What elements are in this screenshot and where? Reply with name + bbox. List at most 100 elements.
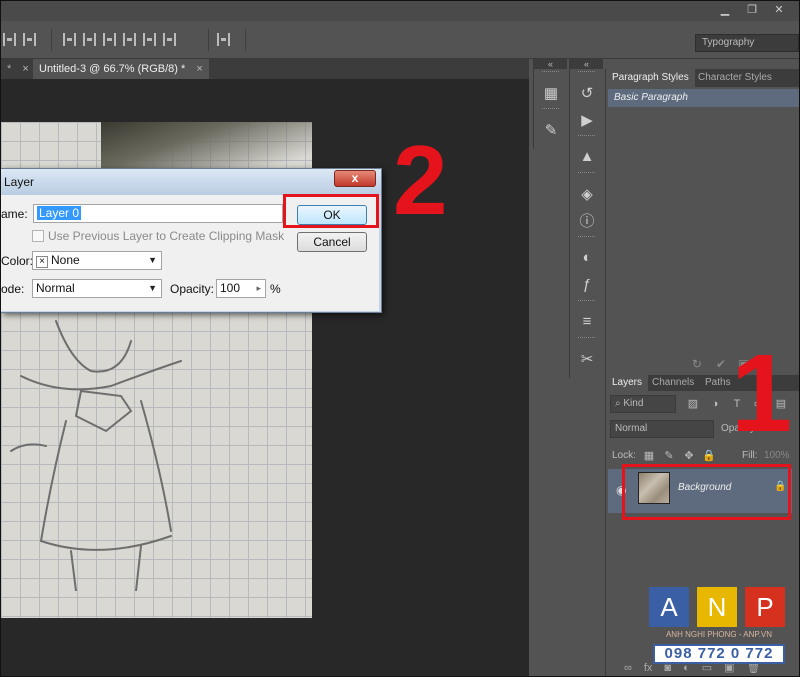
actions-icon[interactable]: ▶ (570, 106, 604, 133)
tab-channels[interactable]: Channels (646, 375, 700, 391)
link-icon[interactable]: ∞ (624, 659, 632, 676)
grip (578, 135, 595, 141)
distribute-group-b (63, 33, 176, 47)
opacity-value: 100 (220, 281, 241, 295)
align-bottom-icon[interactable] (103, 33, 116, 46)
adjustments-icon[interactable]: ≡ (570, 308, 604, 335)
distribute-center-icon[interactable] (23, 33, 36, 46)
tab-paragraph-styles[interactable]: Paragraph Styles (606, 69, 695, 87)
lock-move-icon[interactable]: ✥ (682, 450, 696, 462)
dialog-title-bar[interactable]: Layer x (1, 169, 381, 195)
navigator-icon[interactable]: ▦ (534, 79, 568, 106)
collapse-icon[interactable]: « (534, 59, 567, 69)
panel-dock-right: « ↺ ▶ ▲ ◈ ⓘ ◐ ƒ ≡ ✂ (569, 59, 603, 378)
close-icon[interactable]: × (22, 63, 28, 75)
distribute-group-a (3, 33, 36, 47)
chevron-right-icon[interactable]: ▸ (256, 280, 261, 297)
logo-letter-a: A (649, 587, 689, 627)
tab-title: Untitled-3 @ 66.7% (RGB/8) * (39, 63, 186, 75)
opacity-unit: % (270, 282, 281, 296)
align-right-icon[interactable] (163, 33, 176, 46)
opacity-input[interactable]: 100 ▸ (216, 279, 266, 298)
ok-highlight-box (283, 194, 379, 228)
step-1-label: 1 (731, 332, 793, 455)
close-icon[interactable]: ✕ (771, 4, 787, 17)
cancel-button[interactable]: Cancel (297, 232, 367, 252)
tab-previous-label: * (7, 63, 12, 75)
clipping-mask-label: Use Previous Layer to Create Clipping Ma… (48, 229, 285, 243)
workspace-label: Typography (702, 37, 755, 48)
paragraph-style-item[interactable]: Basic Paragraph (608, 89, 799, 107)
grip (578, 236, 595, 242)
auto-align-icon[interactable] (217, 33, 230, 46)
align-left-icon[interactable] (123, 33, 136, 46)
tab-layers[interactable]: Layers (606, 375, 649, 391)
logo-phone: 098 772 0 772 (653, 644, 785, 664)
adjustment-filter-icon[interactable]: ◑ (708, 398, 722, 410)
grip (578, 337, 595, 343)
grip (578, 172, 595, 178)
workspace-switcher[interactable]: Typography (695, 34, 799, 52)
dialog-close-button[interactable]: x (334, 170, 376, 187)
divider (245, 29, 246, 51)
panel-dock-left: « ▦ ✎ (533, 59, 567, 149)
document-tab-bar: * × Untitled-3 @ 66.7% (RGB/8) * × (1, 59, 529, 79)
refresh-icon[interactable]: ↻ (692, 357, 702, 371)
paragraph-styles-panel: Paragraph Styles Character Styles Basic … (605, 69, 799, 375)
pencil-sketch (10, 320, 182, 591)
collapse-icon[interactable]: « (570, 59, 603, 69)
mode-value: Normal (36, 281, 75, 295)
grip (578, 71, 595, 77)
tab-previous-document[interactable]: * × (1, 59, 35, 79)
grip (578, 300, 595, 306)
3d-icon[interactable]: ◈ (570, 180, 604, 207)
tab-untitled-3[interactable]: Untitled-3 @ 66.7% (RGB/8) * × (33, 59, 209, 79)
close-icon[interactable]: × (196, 63, 202, 75)
anp-logo: A N P ANH NGHI PHONG - ANP.VN 098 772 0 … (649, 587, 789, 668)
kind-filter-select[interactable]: ⌕ Kind (610, 395, 676, 413)
chevron-down-icon: ▼ (148, 255, 157, 265)
mode-label: ode: (1, 282, 25, 296)
options-bar (1, 21, 799, 59)
layer-highlight-box (622, 464, 791, 520)
lock-pixels-icon[interactable]: ▦ (642, 450, 656, 462)
logo-tagline: ANH NGHI PHONG - ANP.VN (665, 630, 773, 639)
grip (542, 71, 559, 77)
align-top-icon[interactable] (63, 33, 76, 46)
blend-mode-select[interactable]: Normal (610, 420, 714, 438)
lock-paint-icon[interactable]: ✎ (662, 450, 676, 462)
paragraph-panel-tabs: Paragraph Styles Character Styles (606, 69, 799, 87)
tab-character-styles[interactable]: Character Styles (692, 69, 778, 87)
layer-name-value: Layer 0 (37, 206, 82, 220)
info-icon[interactable]: ⓘ (570, 207, 604, 234)
grip (542, 108, 559, 114)
align-middle-icon[interactable] (83, 33, 96, 46)
title-bar: ▁ ❐ ✕ (1, 1, 799, 21)
color-select[interactable]: × None ▼ (32, 251, 162, 270)
lock-label: Lock: (612, 450, 636, 461)
divider (51, 29, 52, 51)
history-icon[interactable]: ↺ (570, 79, 604, 106)
clipping-mask-checkbox[interactable] (32, 230, 44, 242)
blend-mode-value: Normal (615, 423, 648, 434)
tools-icon[interactable]: ✂ (570, 345, 604, 372)
dialog-title: Layer (4, 175, 35, 189)
restore-icon[interactable]: ❐ (744, 4, 760, 17)
brush-presets-icon[interactable]: ✎ (534, 116, 568, 143)
mode-select[interactable]: Normal ▼ (32, 279, 162, 298)
pixel-filter-icon[interactable]: ▨ (686, 398, 700, 410)
auto-align-group (217, 33, 230, 47)
kind-label: Kind (623, 398, 644, 409)
align-hcenter-icon[interactable] (143, 33, 156, 46)
histogram-icon[interactable]: ▲ (570, 143, 604, 170)
layer-name-input[interactable]: Layer 0 (33, 204, 283, 223)
step-2-label: 2 (393, 125, 448, 235)
check-icon[interactable]: ✔ (716, 357, 726, 371)
color-icon[interactable]: ◐ (570, 244, 604, 271)
divider (208, 29, 209, 51)
color-value: None (51, 253, 80, 267)
lock-all-icon[interactable]: 🔒 (702, 450, 716, 462)
styles-icon[interactable]: ƒ (570, 271, 604, 298)
distribute-top-icon[interactable] (3, 33, 16, 46)
minimize-icon[interactable]: ▁ (717, 4, 733, 17)
